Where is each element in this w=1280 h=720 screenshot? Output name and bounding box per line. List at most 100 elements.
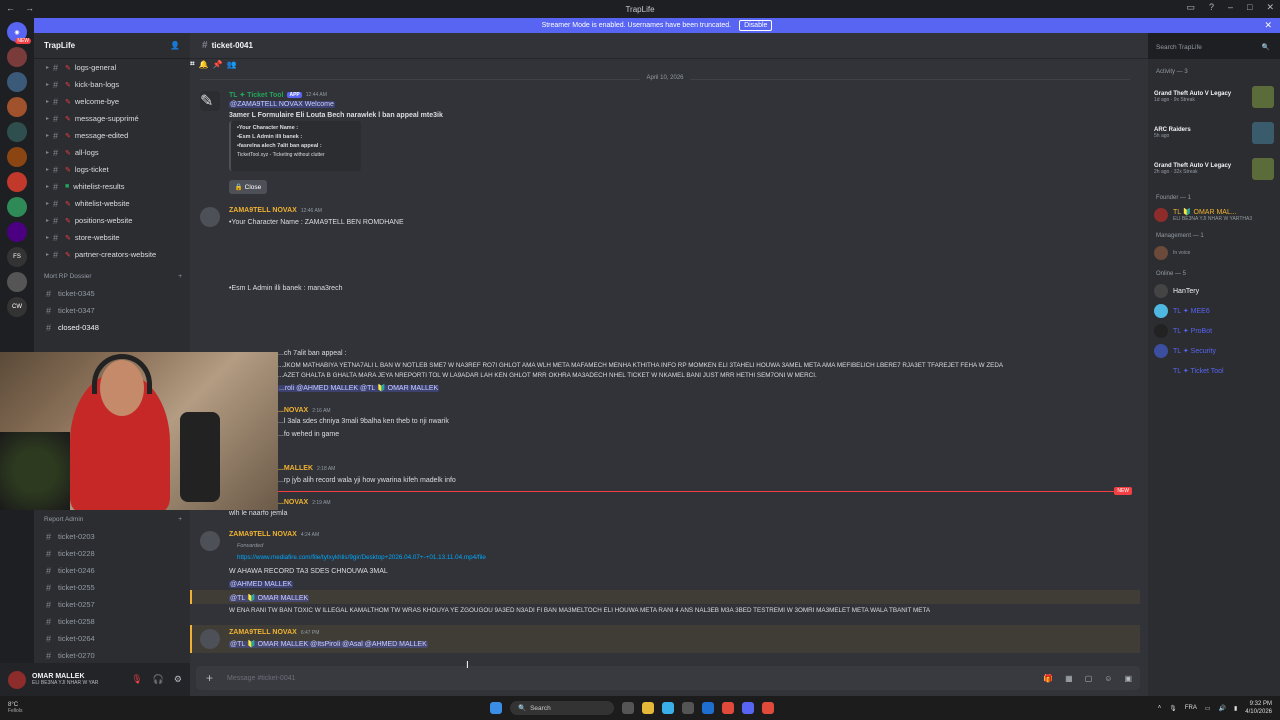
back-icon[interactable]: ← bbox=[6, 3, 15, 13]
channel-item[interactable]: # ticket-0264 bbox=[34, 630, 190, 647]
server-icon[interactable] bbox=[7, 197, 27, 217]
server-icon[interactable] bbox=[7, 272, 27, 292]
channel-item[interactable]: ▸ # ✎ welcome-bye bbox=[34, 93, 190, 110]
add-attachment-icon[interactable]: + bbox=[206, 671, 213, 685]
avatar[interactable]: ✎ bbox=[200, 91, 220, 111]
category-mort-rp[interactable]: Mort RP Dossier + bbox=[34, 267, 190, 285]
network-icon[interactable]: ▭ bbox=[1205, 705, 1211, 712]
clock[interactable]: 9:32 PM 4/10/2026 bbox=[1245, 700, 1272, 716]
start-icon[interactable] bbox=[490, 702, 502, 714]
gif-icon[interactable]: ▦ bbox=[1065, 674, 1073, 683]
apps-icon[interactable]: ▣ bbox=[1124, 674, 1132, 683]
mention[interactable]: @ZAMA9TELL NOVAX Welcome bbox=[229, 101, 335, 108]
channel-item[interactable]: # ticket-0203 bbox=[34, 528, 190, 545]
close-ticket-button[interactable]: 🔒 Close bbox=[229, 180, 267, 194]
chrome-icon[interactable] bbox=[722, 702, 734, 714]
file-explorer-icon[interactable] bbox=[642, 702, 654, 714]
channel-item[interactable]: ▸ # ✎ kick-ban-logs bbox=[34, 76, 190, 93]
server-icon[interactable] bbox=[7, 97, 27, 117]
activity-item[interactable]: Grand Theft Auto V Legacy 1d ago · 9x Str… bbox=[1154, 79, 1274, 115]
member-item[interactable]: In voice bbox=[1154, 243, 1274, 263]
add-member-icon[interactable]: 👤 bbox=[170, 41, 180, 50]
channel-item[interactable]: # ticket-0347 bbox=[34, 302, 190, 319]
author-name[interactable]: ZAMA9TELL NOVAX bbox=[229, 629, 297, 636]
channel-item[interactable]: # ticket-0255 bbox=[34, 579, 190, 596]
author-name[interactable]: ZAMA9TELL NOVAX bbox=[229, 531, 297, 538]
channel-item[interactable]: ▸ # ✎ partner-creators-website bbox=[34, 246, 190, 263]
close-window-icon[interactable]: ✕ bbox=[1266, 2, 1274, 13]
mention[interactable]: @AHMED MALLEK bbox=[229, 581, 293, 588]
channel-item[interactable]: ▸ # ✎ store-website bbox=[34, 229, 190, 246]
category-report-admin[interactable]: Report Admin + bbox=[34, 510, 190, 528]
maximize-icon[interactable]: □ bbox=[1247, 2, 1252, 13]
channel-item[interactable]: ▸ # ✎ message-edited bbox=[34, 127, 190, 144]
channel-item[interactable]: # ticket-0258 bbox=[34, 613, 190, 630]
edge-icon[interactable] bbox=[662, 702, 674, 714]
channel-item[interactable]: ▸ # ✎ message-supprimé bbox=[34, 110, 190, 127]
member-item[interactable]: TL 🔰 OMAR MAL... ELI BE3NA YJI NHAR W YAR… bbox=[1154, 205, 1274, 225]
channel-item[interactable]: # ticket-0246 bbox=[34, 562, 190, 579]
help-icon[interactable]: ? bbox=[1209, 2, 1214, 13]
weather-widget[interactable]: 8°C Fellols bbox=[8, 702, 22, 714]
member-item[interactable]: TL ✦ Security bbox=[1154, 341, 1274, 361]
activity-item[interactable]: ARC Raiders 5h ago bbox=[1154, 115, 1274, 151]
server-icon[interactable] bbox=[7, 122, 27, 142]
minimize-icon[interactable]: – bbox=[1228, 2, 1233, 13]
avatar[interactable] bbox=[200, 207, 220, 227]
avatar[interactable] bbox=[200, 629, 220, 649]
channel-item[interactable]: # ticket-0228 bbox=[34, 545, 190, 562]
mic-icon[interactable]: 🎙 bbox=[1169, 705, 1177, 712]
chevron-up-icon[interactable]: ˄ bbox=[1158, 705, 1162, 711]
author-name[interactable]: TL ✦ Ticket Tool bbox=[229, 91, 283, 99]
gift-icon[interactable]: 🎁 bbox=[1043, 674, 1053, 683]
channel-item[interactable]: ▸ # ✎ logs-general bbox=[34, 59, 190, 76]
battery-icon[interactable]: ▮ bbox=[1234, 705, 1237, 712]
channel-item[interactable]: # ticket-0345 bbox=[34, 285, 190, 302]
member-item[interactable]: TL ✦ Ticket Tool bbox=[1154, 361, 1274, 381]
channel-item[interactable]: # closed-0348 bbox=[34, 319, 190, 336]
server-icon[interactable]: CW bbox=[7, 297, 27, 317]
mute-icon[interactable]: 🎙 bbox=[131, 674, 142, 685]
mention[interactable]: @TL 🔰 OMAR MALLEK @ItsPiroli @Asal @AHME… bbox=[229, 641, 428, 648]
taskbar-search[interactable]: 🔍 Search bbox=[510, 701, 614, 715]
channel-item[interactable]: ▸ # ■ whitelist-results bbox=[34, 178, 190, 195]
server-icon[interactable] bbox=[7, 47, 27, 67]
channel-item[interactable]: # ticket-0270 bbox=[34, 647, 190, 664]
member-item[interactable]: HanTery bbox=[1154, 281, 1274, 301]
task-view-icon[interactable] bbox=[622, 702, 634, 714]
nav-arrows[interactable]: ← → bbox=[6, 3, 34, 13]
server-icon[interactable] bbox=[7, 222, 27, 242]
author-name[interactable]: ...MALLEK bbox=[278, 465, 313, 472]
emoji-icon[interactable]: ☺ bbox=[1104, 674, 1112, 683]
avatar[interactable] bbox=[200, 531, 220, 551]
volume-icon[interactable]: 🔊 bbox=[1219, 705, 1226, 712]
channel-item[interactable]: # ticket-0257 bbox=[34, 596, 190, 613]
member-item[interactable]: TL ✦ ProBot bbox=[1154, 321, 1274, 341]
discord-icon[interactable] bbox=[742, 702, 754, 714]
activity-item[interactable]: Grand Theft Auto V Legacy 2h ago · 32x St… bbox=[1154, 151, 1274, 187]
server-icon[interactable] bbox=[7, 72, 27, 92]
channel-item[interactable]: ▸ # ✎ whitelist-website bbox=[34, 195, 190, 212]
avatar[interactable] bbox=[8, 670, 26, 689]
server-icon[interactable] bbox=[7, 172, 27, 192]
server-icon[interactable] bbox=[7, 147, 27, 167]
settings-icon[interactable]: ⚙ bbox=[174, 674, 182, 685]
message-input[interactable]: Message #ticket-0041 bbox=[227, 675, 295, 682]
server-header[interactable]: TrapLife 👤 bbox=[34, 33, 190, 59]
server-icon[interactable]: FS bbox=[7, 247, 27, 267]
inbox-icon[interactable]: ▭ bbox=[1186, 2, 1195, 13]
author-name[interactable]: ...NOVAX bbox=[278, 499, 308, 506]
forward-icon[interactable]: → bbox=[25, 3, 34, 13]
channel-item[interactable]: ▸ # ✎ all-logs bbox=[34, 144, 190, 161]
media-link[interactable]: https://www.mediafire.com/file/tytxykhli… bbox=[237, 554, 486, 561]
deafen-icon[interactable]: 🎧 bbox=[153, 674, 164, 685]
close-banner-icon[interactable]: ✕ bbox=[1264, 20, 1272, 31]
author-name[interactable]: ZAMA9TELL NOVAX bbox=[229, 207, 297, 214]
mention[interactable]: ...roli @AHMED MALLEK @TL 🔰 OMAR MALLEK bbox=[278, 385, 440, 392]
mention[interactable]: @TL 🔰 OMAR MALLEK bbox=[229, 595, 310, 602]
member-item[interactable]: TL ✦ MEE6 bbox=[1154, 301, 1274, 321]
message-composer[interactable]: + Message #ticket-0041 🎁 ▦ ▢ ☺ ▣ bbox=[196, 666, 1140, 690]
channel-item[interactable]: ▸ # ✎ logs-ticket bbox=[34, 161, 190, 178]
channel-item[interactable]: ▸ # ✎ positions-website bbox=[34, 212, 190, 229]
search-input[interactable]: Search TrapLife 🔍 bbox=[1148, 40, 1276, 54]
